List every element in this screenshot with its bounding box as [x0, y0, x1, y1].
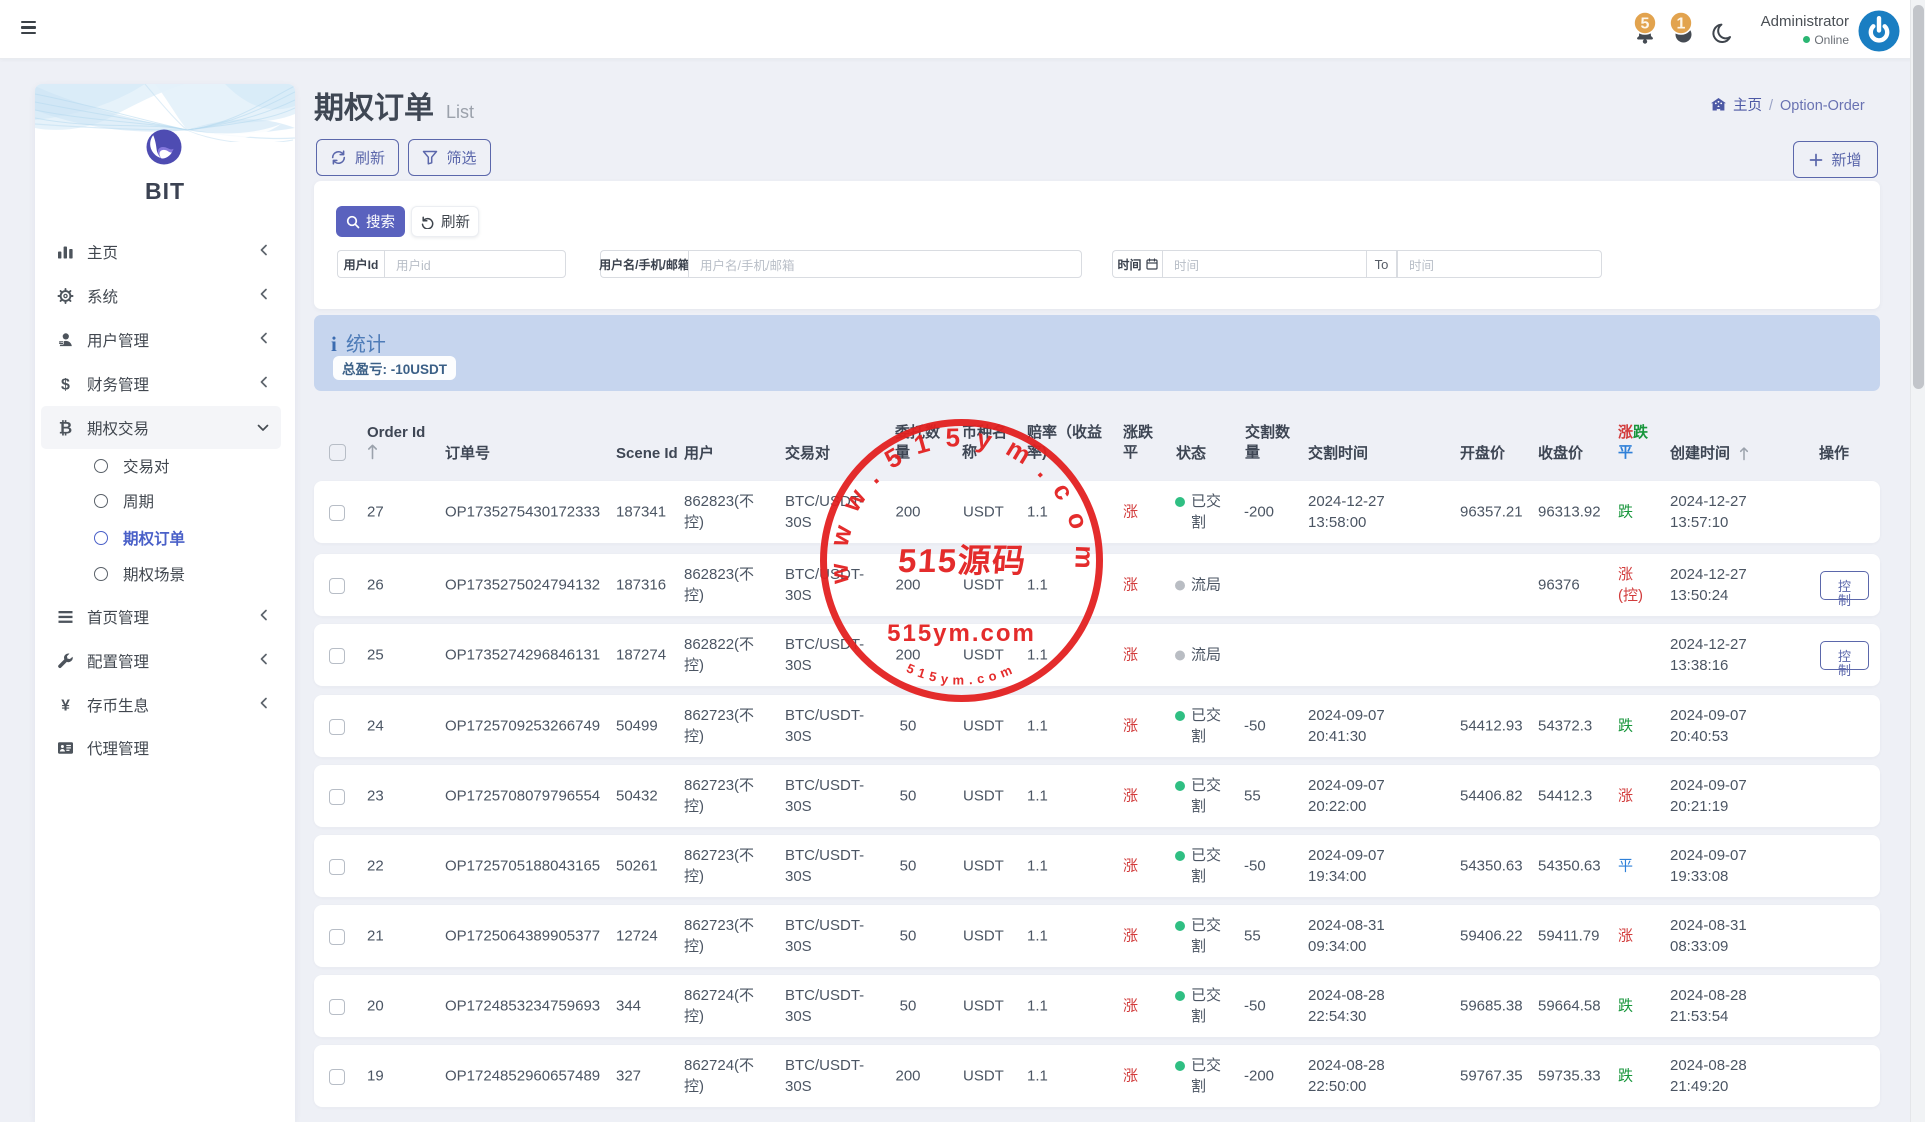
svg-text:515源码: 515源码	[897, 543, 1028, 580]
svg-text:$: $	[61, 377, 70, 393]
svg-text:₿: ₿	[59, 420, 72, 437]
svg-text:1: 1	[1677, 16, 1686, 33]
svg-text:515ym.com: 515ym.com	[887, 620, 1036, 647]
svg-text:515ym.com: 515ym.com	[904, 660, 1018, 687]
svg-text:¥: ¥	[61, 698, 70, 714]
svg-text:5: 5	[1641, 16, 1650, 33]
